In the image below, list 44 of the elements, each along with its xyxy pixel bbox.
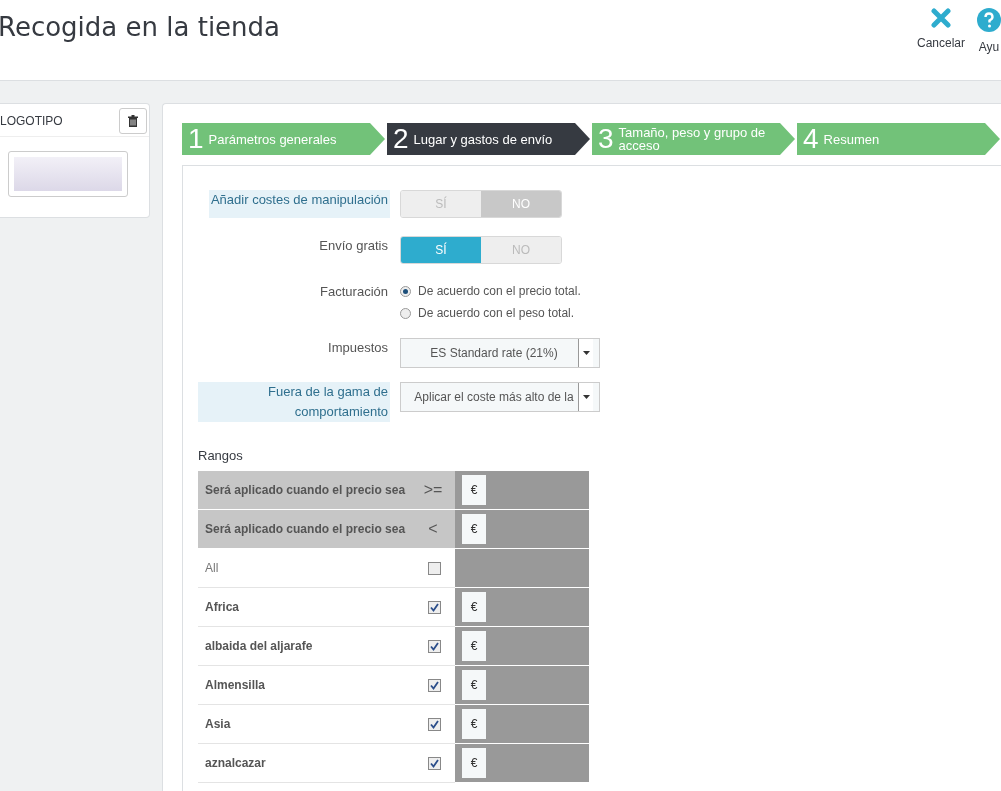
range-header: Será aplicado cuando el precio sea >= (198, 471, 455, 509)
zone-name: Asia (205, 717, 231, 731)
select-dropdown[interactable]: ES Standard rate (21%) (400, 338, 600, 368)
operator-label: >= (422, 481, 444, 499)
currency-field[interactable]: € (462, 670, 486, 700)
checkbox[interactable] (428, 561, 441, 575)
checkbox[interactable] (428, 756, 441, 770)
currency-field[interactable]: € (462, 514, 486, 544)
radio-button[interactable] (400, 307, 411, 319)
radio-button[interactable] (400, 285, 411, 297)
checkbox[interactable] (428, 678, 441, 692)
help-button[interactable]: Ayu (977, 8, 1001, 80)
checkbox[interactable] (428, 639, 441, 653)
zone-name: aznalcazar (205, 756, 266, 770)
operator-label: < (427, 520, 439, 538)
currency-field[interactable]: € (462, 631, 486, 661)
currency-field[interactable]: € (462, 475, 486, 505)
field-label: Facturación (319, 283, 389, 301)
currency-field[interactable]: € (462, 748, 486, 778)
currency-field[interactable]: € (462, 592, 486, 622)
trash-icon (128, 115, 138, 127)
zone-name: Almensilla (205, 678, 266, 692)
field-label: Impuestos (327, 339, 389, 357)
field-label: Fuera de la gama de comportamiento (198, 382, 390, 422)
cancel-button[interactable]: Cancelar (916, 8, 965, 80)
radio-label: De acuerdo con el precio total. (418, 284, 581, 298)
page-title: Recogida en la tienda (0, 12, 280, 44)
panel-title: LOGOTIPO (0, 114, 63, 128)
delete-button[interactable] (119, 108, 147, 134)
zone-name: albaida del aljarafe (205, 639, 313, 653)
currency-field[interactable]: € (462, 709, 486, 739)
radio-label: De acuerdo con el peso total. (418, 306, 575, 320)
range-header: Será aplicado cuando el precio sea < (198, 510, 455, 548)
caret-icon (582, 395, 590, 399)
checkbox[interactable] (428, 600, 441, 614)
caret-icon (582, 351, 590, 355)
field-label: Añadir costes de manipulación (208, 190, 390, 218)
section-title: Rangos (198, 448, 244, 463)
close-icon (931, 8, 951, 28)
zone-name: Africa (205, 600, 239, 614)
checkbox[interactable] (428, 717, 441, 731)
select-dropdown[interactable]: Aplicar el coste más alto de la (400, 382, 600, 412)
zone-name: All (205, 561, 219, 575)
field-label: Envío gratis (318, 237, 389, 255)
